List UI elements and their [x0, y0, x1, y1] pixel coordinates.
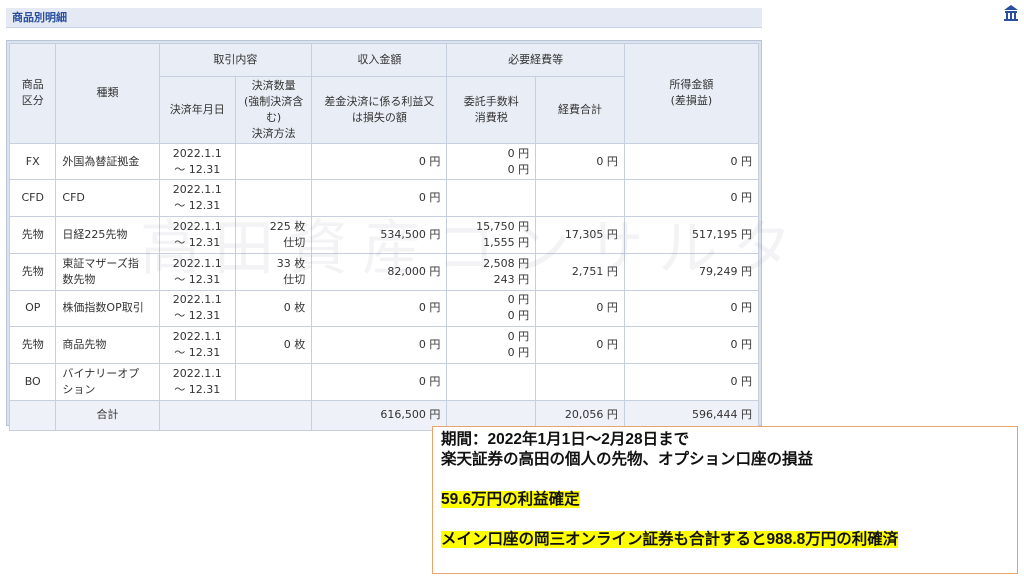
cell-income: 0 円 — [623, 326, 760, 364]
cell-settle-date: 2022.1.1 ～ 12.31 — [158, 252, 236, 291]
cell-kind: 株価指数OP取引 — [55, 289, 160, 328]
cell-revenue: 0 円 — [311, 179, 448, 218]
cell-expense-total — [535, 179, 625, 218]
cell-settle-date: 2022.1.1 ～ 12.31 — [158, 216, 236, 254]
cell-product-type: FX — [8, 142, 57, 181]
cell-product-type: 先物 — [8, 326, 57, 364]
cell-kind: 外国為替証拠金 — [55, 142, 160, 181]
table-row: FX 外国為替証拠金 2022.1.1 ～ 12.31 0 円0 円 0 円0 円0 … — [8, 142, 760, 181]
cell-product-type: 先物 — [8, 252, 57, 291]
col-commission: 委託手数料 消費税 — [446, 76, 537, 144]
cell-income: 517,195 円 — [623, 216, 760, 254]
table-row: BO バイナリーオプ ション 2022.1.1 ～ 12.31 0 円 0 円 — [8, 362, 760, 401]
cell-kind: 商品先物 — [55, 326, 160, 364]
note-profit: 59.6万円の利益確定 — [441, 491, 580, 508]
cell-commission: 0 円 0 円 — [446, 142, 537, 181]
cell-expense-total: 2,751 円 — [535, 252, 625, 291]
cell-settle-qty — [234, 179, 313, 218]
table-row: 先物 商品先物 2022.1.1 ～ 12.31 0 枚0 円0 円 0 円0 円0 … — [8, 326, 760, 364]
cell-commission: 2,508 円 243 円 — [446, 252, 537, 291]
cell-settle-qty: 225 枚 仕切 — [234, 216, 313, 254]
total-empty-cell — [158, 399, 313, 431]
cell-income: 0 円 — [623, 142, 760, 181]
cell-income: 79,249 円 — [623, 252, 760, 291]
product-detail-table: 商品 区分 種類 取引内容 収入金額 必要経費等 所得金額 (差損益) 決済年月… — [8, 43, 760, 431]
cell-revenue: 534,500 円 — [311, 216, 448, 254]
cell-commission — [446, 362, 537, 401]
col-revenue-sub: 差金決済に係る利益又 は損失の額 — [311, 76, 448, 144]
table-row: 先物 東証マザーズ指 数先物 2022.1.1 ～ 12.31 33 枚 仕切 82,0… — [8, 252, 760, 291]
cell-settle-qty: 0 枚 — [234, 289, 313, 328]
cell-commission: 0 円 0 円 — [446, 289, 537, 328]
note-description: 楽天証券の高田の個人の先物、オプション口座の損益 — [441, 451, 814, 468]
cell-expense-total: 0 円 — [535, 326, 625, 364]
cell-revenue: 0 円 — [311, 289, 448, 328]
cell-expense-total: 0 円 — [535, 142, 625, 181]
note-period: 期間：2022年1月1日～2月28日まで — [441, 431, 690, 448]
col-trade-content: 取引内容 — [158, 43, 313, 77]
cell-expense-total — [535, 362, 625, 401]
cell-expense-total: 17,305 円 — [535, 216, 625, 254]
col-revenue: 収入金額 — [311, 43, 448, 77]
cell-revenue: 0 円 — [311, 142, 448, 181]
col-settle-date: 決済年月日 — [158, 76, 236, 144]
cell-settle-date: 2022.1.1 ～ 12.31 — [158, 179, 236, 218]
col-product-type: 商品 区分 — [8, 43, 57, 144]
cell-kind: 東証マザーズ指 数先物 — [55, 252, 160, 291]
cell-income: 0 円 — [623, 179, 760, 218]
col-kind: 種類 — [55, 43, 160, 144]
cell-settle-date: 2022.1.1 ～ 12.31 — [158, 326, 236, 364]
building-icon[interactable] — [1002, 4, 1020, 22]
note-box: 期間：2022年1月1日～2月28日まで 楽天証券の高田の個人の先物、オプション… — [432, 426, 1018, 574]
cell-product-type: OP — [8, 289, 57, 328]
cell-revenue: 0 円 — [311, 362, 448, 401]
note-total: メイン口座の岡三オンライン証券も合計すると988.8万円の利確済 — [441, 531, 899, 548]
cell-settle-date: 2022.1.1 ～ 12.31 — [158, 362, 236, 401]
table-row: OP 株価指数OP取引 2022.1.1 ～ 12.31 0 枚0 円0 円 0 円0… — [8, 289, 760, 328]
cell-product-type: 先物 — [8, 216, 57, 254]
cell-income: 0 円 — [623, 362, 760, 401]
cell-income: 0 円 — [623, 289, 760, 328]
cell-settle-date: 2022.1.1 ～ 12.31 — [158, 289, 236, 328]
cell-product-type: CFD — [8, 179, 57, 218]
cell-revenue: 82,000 円 — [311, 252, 448, 291]
cell-kind: 日経225先物 — [55, 216, 160, 254]
cell-expense-total: 0 円 — [535, 289, 625, 328]
cell-settle-date: 2022.1.1 ～ 12.31 — [158, 142, 236, 181]
total-empty-cell — [8, 399, 57, 431]
table-row: CFD CFD 2022.1.1 ～ 12.31 0 円0 円 — [8, 179, 760, 218]
cell-commission — [446, 179, 537, 218]
col-expenses: 必要経費等 — [446, 43, 625, 77]
cell-kind: バイナリーオプ ション — [55, 362, 160, 401]
total-label: 合計 — [55, 399, 160, 431]
col-expense-total: 経費合計 — [535, 76, 625, 144]
cell-commission: 0 円 0 円 — [446, 326, 537, 364]
cell-product-type: BO — [8, 362, 57, 401]
cell-kind: CFD — [55, 179, 160, 218]
cell-settle-qty: 0 枚 — [234, 326, 313, 364]
col-settle-qty: 決済数量 (強制決済含む) 決済方法 — [234, 76, 313, 144]
cell-revenue: 0 円 — [311, 326, 448, 364]
col-income: 所得金額 (差損益) — [623, 43, 760, 144]
cell-commission: 15,750 円 1,555 円 — [446, 216, 537, 254]
section-title: 商品別明細 — [6, 8, 762, 28]
total-revenue: 616,500 円 — [311, 399, 448, 431]
cell-settle-qty: 33 枚 仕切 — [234, 252, 313, 291]
cell-settle-qty — [234, 142, 313, 181]
table-row: 先物 日経225先物 2022.1.1 ～ 12.31 225 枚 仕切 534,500… — [8, 216, 760, 254]
product-detail-table-wrap: 商品 区分 種類 取引内容 収入金額 必要経費等 所得金額 (差損益) 決済年月… — [6, 40, 762, 431]
cell-settle-qty — [234, 362, 313, 401]
